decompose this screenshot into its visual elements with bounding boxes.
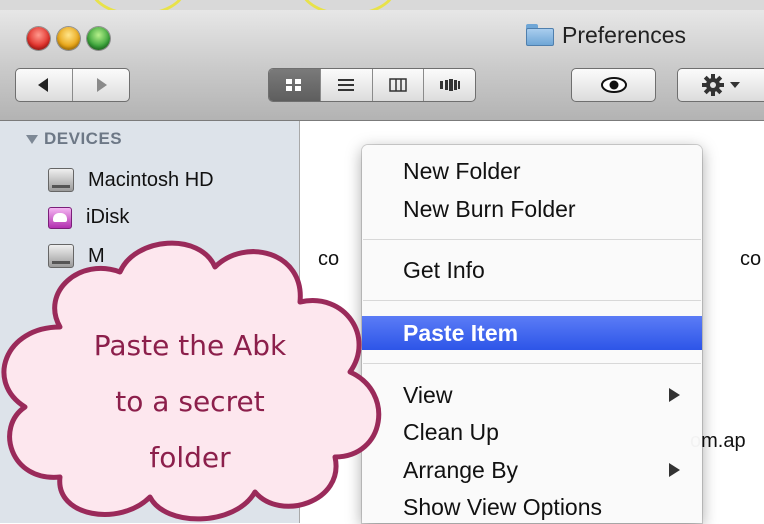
menu-item-get-info[interactable]: Get Info: [362, 253, 702, 287]
menu-item-new-folder[interactable]: New Folder: [362, 154, 702, 188]
menu-item-label: Arrange By: [403, 456, 519, 483]
menu-item-view[interactable]: View: [362, 378, 702, 412]
column-view-button[interactable]: [371, 69, 424, 101]
submenu-arrow-icon: [669, 388, 680, 402]
menu-item-show-view-options[interactable]: Show View Options: [362, 490, 702, 524]
hard-drive-icon: [48, 168, 74, 192]
submenu-arrow-icon: [669, 463, 680, 477]
column-view-icon: [389, 78, 407, 92]
view-mode-group: [268, 68, 476, 102]
sidebar-item-label: iDisk: [86, 206, 130, 228]
quick-look-button[interactable]: [571, 68, 656, 102]
menu-item-label: Paste Item: [403, 319, 519, 346]
list-view-icon: [338, 79, 355, 91]
sidebar-section-devices[interactable]: DEVICES: [26, 129, 122, 149]
idisk-icon: [48, 206, 72, 229]
menu-item-paste-item[interactable]: Paste Item: [362, 316, 702, 350]
callout-text: Paste the Abk to a secret folder: [40, 318, 340, 486]
context-menu: New Folder New Burn Folder Get Info Past…: [362, 145, 702, 523]
list-view-button[interactable]: [319, 69, 372, 101]
callout-line: folder: [149, 441, 231, 474]
disclosure-triangle-icon: [26, 134, 38, 144]
forward-arrow-icon: [97, 78, 107, 92]
menu-item-label: View: [403, 381, 453, 408]
folder-icon: [526, 24, 554, 46]
coverflow-view-icon: [439, 79, 460, 91]
close-button[interactable]: [27, 27, 50, 50]
menu-separator: [363, 239, 701, 240]
menu-item-clean-up[interactable]: Clean Up: [362, 415, 702, 449]
chevron-down-icon: [730, 82, 740, 88]
callout-line: Paste the Abk: [93, 329, 287, 362]
sidebar-heading-label: DEVICES: [44, 129, 123, 148]
eye-icon: [600, 77, 627, 93]
menu-separator: [363, 363, 701, 364]
window-title-text: Preferences: [562, 21, 687, 48]
menu-item-new-burn-folder[interactable]: New Burn Folder: [362, 192, 702, 226]
window-title: Preferences: [526, 20, 686, 50]
menu-item-label: Show View Options: [403, 493, 603, 520]
icon-view-button[interactable]: [269, 69, 320, 101]
menu-item-label: Get Info: [403, 256, 485, 283]
back-arrow-icon: [38, 78, 48, 92]
minimize-button[interactable]: [57, 27, 80, 50]
back-button[interactable]: [16, 69, 72, 101]
file-label-fragment: co: [740, 248, 762, 270]
window-toolbar: Preferences: [0, 10, 764, 121]
sidebar-item-macintosh-hd[interactable]: Macintosh HD: [48, 168, 214, 192]
menu-item-arrange-by[interactable]: Arrange By: [362, 453, 702, 487]
menu-item-label: Clean Up: [403, 418, 499, 445]
coverflow-view-button[interactable]: [423, 69, 475, 101]
icon-view-icon: [286, 79, 302, 91]
menu-item-label: New Burn Folder: [403, 195, 576, 222]
forward-button[interactable]: [72, 69, 129, 101]
sidebar-item-idisk[interactable]: iDisk: [48, 206, 129, 229]
gear-icon: [702, 74, 724, 96]
back-forward-group: [15, 68, 130, 102]
callout-line: to a secret: [115, 385, 265, 418]
sidebar-item-label: Macintosh HD: [88, 168, 214, 191]
menu-item-label: New Folder: [403, 157, 521, 184]
action-button[interactable]: [677, 68, 764, 102]
menu-separator: [363, 300, 701, 301]
zoom-button[interactable]: [87, 27, 110, 50]
